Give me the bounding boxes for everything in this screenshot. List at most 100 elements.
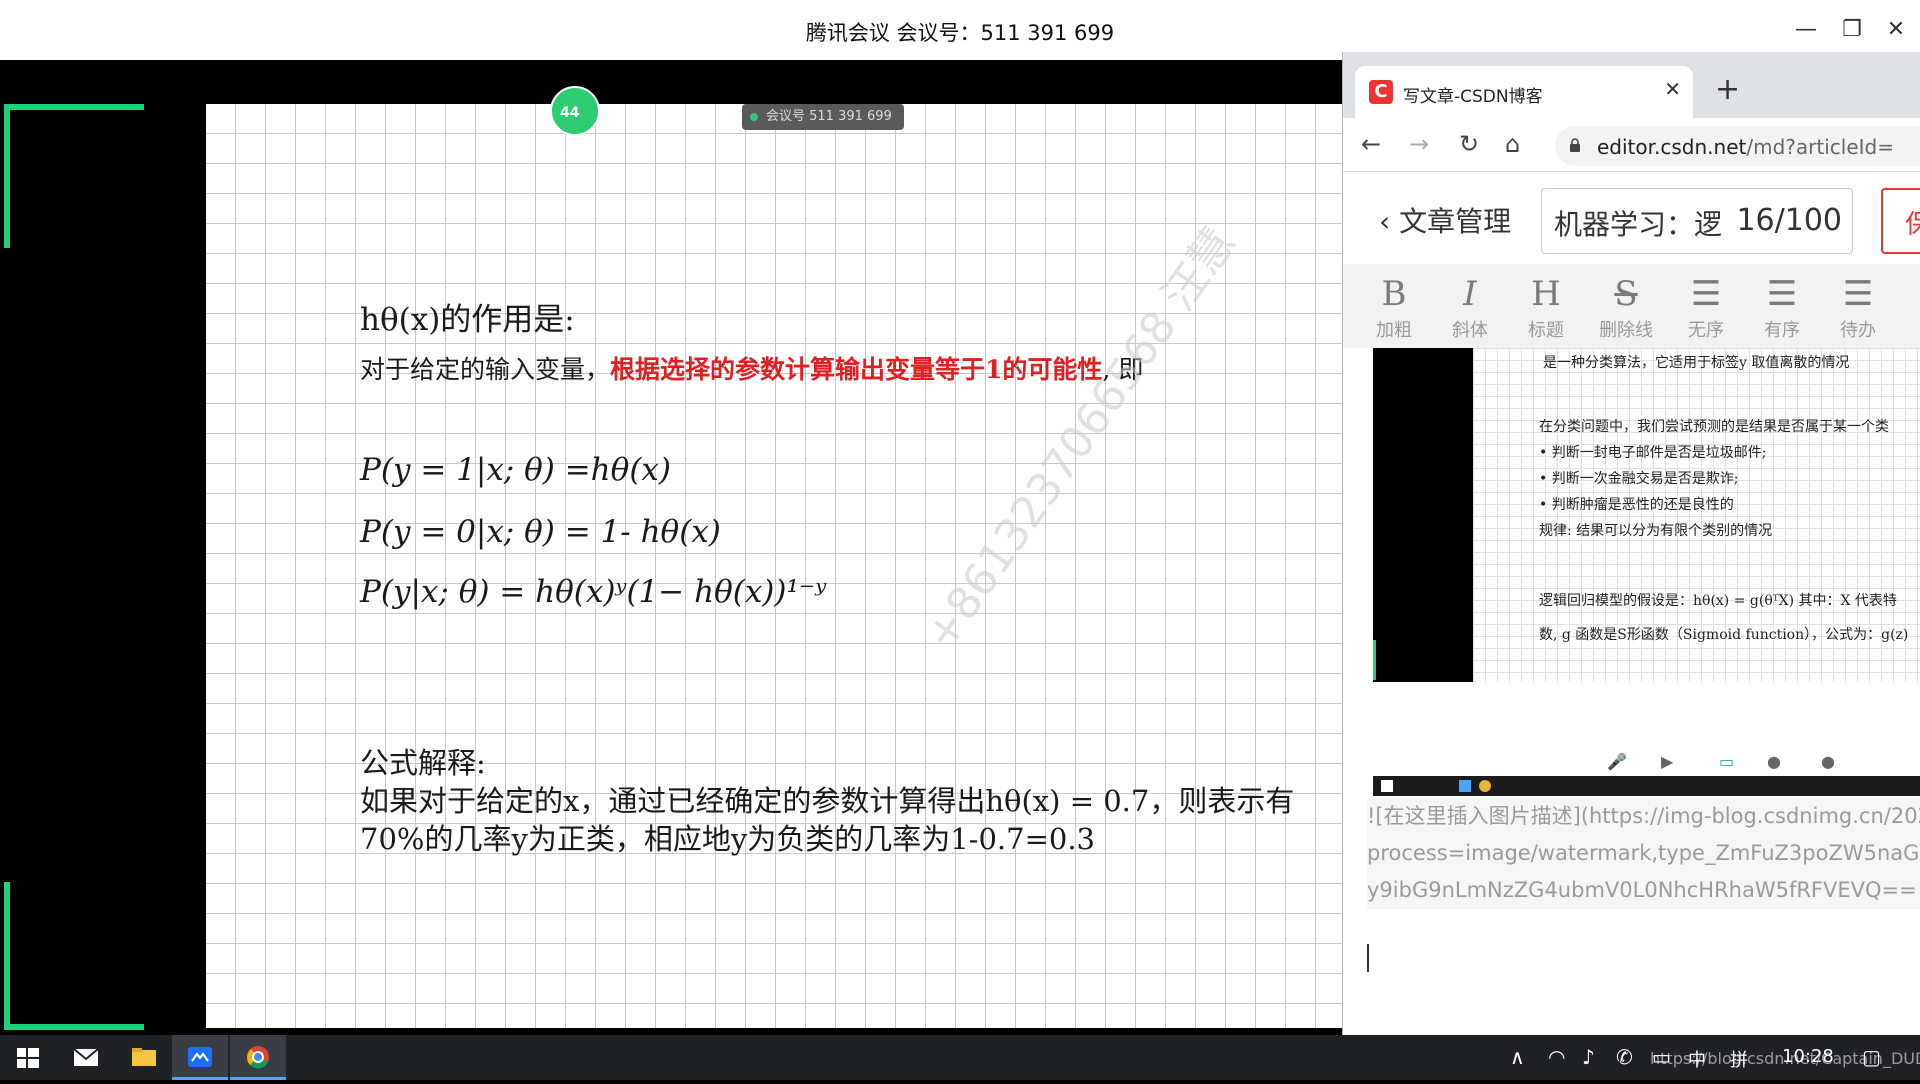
url-host: editor.csdn.net bbox=[1597, 135, 1747, 159]
italic-label: 斜体 bbox=[1452, 320, 1488, 341]
equation-3: P(y|x; θ) = hθ(x)ʸ(1− hθ(x))¹⁻ʸ bbox=[360, 574, 827, 610]
screenshot-line: • 判断一封电子邮件是否是垃圾邮件; bbox=[1539, 445, 1767, 461]
url-text: editor.csdn.net/md?articleId= bbox=[1597, 135, 1894, 159]
equation-2: P(y = 0|x; θ) = 1- hθ(x) bbox=[360, 514, 721, 550]
windows-logo-icon bbox=[17, 1048, 39, 1068]
restore-button[interactable]: ❐ bbox=[1832, 12, 1872, 48]
article-title-input[interactable]: 机器学习：逻 16/100 bbox=[1541, 188, 1853, 254]
explanation-line-2: 70%的几率y为正类，相应地y为负类的几率为1-0.7=0.3 bbox=[360, 822, 1096, 856]
chevron-left-icon: ‹ bbox=[1379, 205, 1400, 238]
inserted-screenshot: 是一种分类算法，它适用于标签y 取值离散的情况 在分类问题中，我们尝试预测的是结… bbox=[1373, 348, 1920, 690]
italic-button[interactable]: I 斜体 bbox=[1435, 272, 1505, 342]
heading-button[interactable]: H 标题 bbox=[1511, 272, 1581, 342]
desc-prefix: 对于给定的输入变量， bbox=[360, 355, 611, 384]
todo-list-button[interactable]: ☰ 待办 bbox=[1823, 272, 1893, 342]
volume-icon[interactable]: ♪ bbox=[1582, 1045, 1595, 1069]
minimize-button[interactable]: — bbox=[1786, 12, 1826, 48]
heading-icon: H bbox=[1531, 274, 1561, 314]
screenshot-line: • 判断肿瘤是恶性的还是良性的 bbox=[1539, 497, 1734, 513]
new-tab-button[interactable]: + bbox=[1715, 72, 1740, 107]
ordered-list-icon: ☰ bbox=[1766, 274, 1798, 314]
screenshot-green-bar bbox=[1373, 640, 1376, 680]
slide-description: 对于给定的输入变量，根据选择的参数计算输出变量等于1的可能性, 即 bbox=[360, 350, 1143, 386]
speaker-frame-left-bottom bbox=[4, 882, 10, 1030]
unordered-list-button[interactable]: ☰ 无序 bbox=[1671, 272, 1741, 342]
equation-1: P(y = 1|x; θ) =hθ(x) bbox=[360, 452, 671, 488]
browser-window: C 写文章-CSDN博客 ✕ + ← → ↻ ⌂ editor.csdn.net… bbox=[1342, 52, 1920, 1035]
browser-toolbar: ← → ↻ ⌂ editor.csdn.net/md?articleId= bbox=[1343, 118, 1920, 172]
article-manage-link[interactable]: ‹ 文章管理 bbox=[1379, 200, 1511, 240]
explanation-line-1: 如果对于给定的x，通过已经确定的参数计算得出hθ(x) = 0.7，则表示有 bbox=[360, 784, 1295, 818]
blog-watermark: https://blog.csdn.net/Captain_DUDU bbox=[1650, 1049, 1920, 1068]
mini-share-icon: ▭ bbox=[1719, 752, 1735, 771]
start-button[interactable] bbox=[0, 1035, 56, 1080]
tab-close-icon[interactable]: ✕ bbox=[1664, 77, 1681, 101]
folder-icon bbox=[132, 1048, 156, 1066]
strikethrough-icon: S bbox=[1614, 274, 1638, 314]
home-icon[interactable]: ⌂ bbox=[1505, 130, 1520, 158]
reload-icon[interactable]: ↻ bbox=[1459, 130, 1479, 158]
file-explorer-button[interactable] bbox=[116, 1035, 172, 1080]
tray-expand-icon[interactable]: ∧ bbox=[1510, 1045, 1525, 1069]
mini-start-icon bbox=[1381, 780, 1393, 792]
article-manage-label: 文章管理 bbox=[1399, 205, 1512, 238]
screenshot-black-area bbox=[1373, 348, 1473, 682]
meeting-id-pill: 会议号 511 391 699 bbox=[742, 104, 904, 130]
tab-strip: C 写文章-CSDN博客 ✕ + bbox=[1343, 52, 1920, 118]
editor-header: ‹ 文章管理 机器学习：逻 16/100 保 bbox=[1343, 172, 1920, 264]
wifi-icon[interactable]: ◠ bbox=[1548, 1045, 1565, 1069]
markdown-line: y9ibG9nLmNzZG4ubmV0L0NhcHRhaW5fRFVEVQ== bbox=[1367, 878, 1917, 902]
bold-button[interactable]: B 加粗 bbox=[1359, 272, 1429, 342]
markdown-line: ![在这里插入图片描述](https://img-blog.csdnimg.cn… bbox=[1367, 804, 1920, 828]
mini-invite-icon: ● bbox=[1767, 752, 1781, 771]
screenshot-line: • 判断一次金融交易是否是欺诈; bbox=[1539, 471, 1739, 487]
todo-list-icon: ☰ bbox=[1842, 274, 1874, 314]
address-bar[interactable]: editor.csdn.net/md?articleId= bbox=[1555, 126, 1920, 166]
slide-watermark: +8613237066568 汪慧 bbox=[915, 218, 1246, 660]
meeting-id-label: 会议号 511 391 699 bbox=[766, 109, 892, 124]
extension-badge[interactable]: 44 bbox=[550, 86, 600, 136]
live-dot-icon bbox=[750, 113, 758, 121]
editor-content[interactable]: 是一种分类算法，它适用于标签y 取值离散的情况 在分类问题中，我们尝试预测的是结… bbox=[1343, 348, 1920, 1035]
tencent-meeting-button[interactable] bbox=[172, 1035, 228, 1080]
title-char-count: 16/100 bbox=[1730, 203, 1842, 238]
screenshot-taskbar bbox=[1373, 776, 1920, 796]
screenshot-line: 是一种分类算法，它适用于标签y 取值离散的情况 bbox=[1543, 355, 1850, 371]
screenshot-line: 规律: 结果可以分为有限个类别的情况 bbox=[1539, 523, 1773, 539]
ordered-list-button[interactable]: ☰ 有序 bbox=[1747, 272, 1817, 342]
csdn-favicon-icon: C bbox=[1369, 80, 1393, 104]
speaker-frame-left-top bbox=[4, 104, 10, 248]
speaker-frame-top bbox=[4, 104, 144, 110]
chrome-button[interactable] bbox=[230, 1035, 286, 1080]
strikethrough-label: 删除线 bbox=[1599, 320, 1653, 341]
close-button[interactable]: ✕ bbox=[1876, 12, 1916, 48]
mini-mic-icon: 🎤 bbox=[1607, 752, 1627, 771]
mic-muted-icon[interactable]: ✆ bbox=[1616, 1045, 1633, 1069]
markdown-image-link: ![在这里插入图片描述](https://img-blog.csdnimg.cn… bbox=[1367, 798, 1920, 909]
slide: hθ(x)的作用是: 对于给定的输入变量，根据选择的参数计算输出变量等于1的可能… bbox=[206, 104, 1342, 1028]
chrome-icon bbox=[247, 1046, 269, 1069]
mini-camera-icon: ▶ bbox=[1661, 752, 1674, 771]
mail-app-button[interactable] bbox=[58, 1035, 114, 1080]
desc-highlight: 根据选择的参数计算输出变量等于1的可能性 bbox=[610, 355, 1103, 384]
screenshot-line: 在分类问题中，我们尝试预测的是结果是否属于某一个类 bbox=[1539, 419, 1889, 435]
tencent-meeting-icon bbox=[188, 1047, 212, 1067]
tab-csdn-editor[interactable]: C 写文章-CSDN博客 ✕ bbox=[1355, 66, 1693, 118]
ordered-list-label: 有序 bbox=[1764, 320, 1800, 341]
todo-list-label: 待办 bbox=[1840, 320, 1876, 341]
unordered-list-label: 无序 bbox=[1688, 320, 1724, 341]
bold-label: 加粗 bbox=[1376, 320, 1412, 341]
forward-arrow-icon[interactable]: → bbox=[1409, 130, 1429, 158]
url-path: /md?articleId= bbox=[1746, 135, 1894, 159]
markdown-line: process=image/watermark,type_ZmFuZ3poZW5… bbox=[1367, 841, 1920, 865]
bold-icon: B bbox=[1381, 274, 1407, 314]
text-cursor bbox=[1367, 944, 1369, 972]
mail-icon bbox=[73, 1048, 99, 1066]
mini-app-icon bbox=[1459, 780, 1471, 792]
back-arrow-icon[interactable]: ← bbox=[1361, 130, 1381, 158]
windows-taskbar: ∧ ◠ ♪ ✆ ▭ 中 拼 10:28 ▢ bbox=[0, 1035, 1920, 1080]
save-button[interactable]: 保 bbox=[1881, 188, 1920, 254]
strikethrough-button[interactable]: S 删除线 bbox=[1591, 272, 1661, 342]
lock-icon bbox=[1570, 138, 1580, 152]
speaker-frame-bottom bbox=[4, 1024, 144, 1030]
